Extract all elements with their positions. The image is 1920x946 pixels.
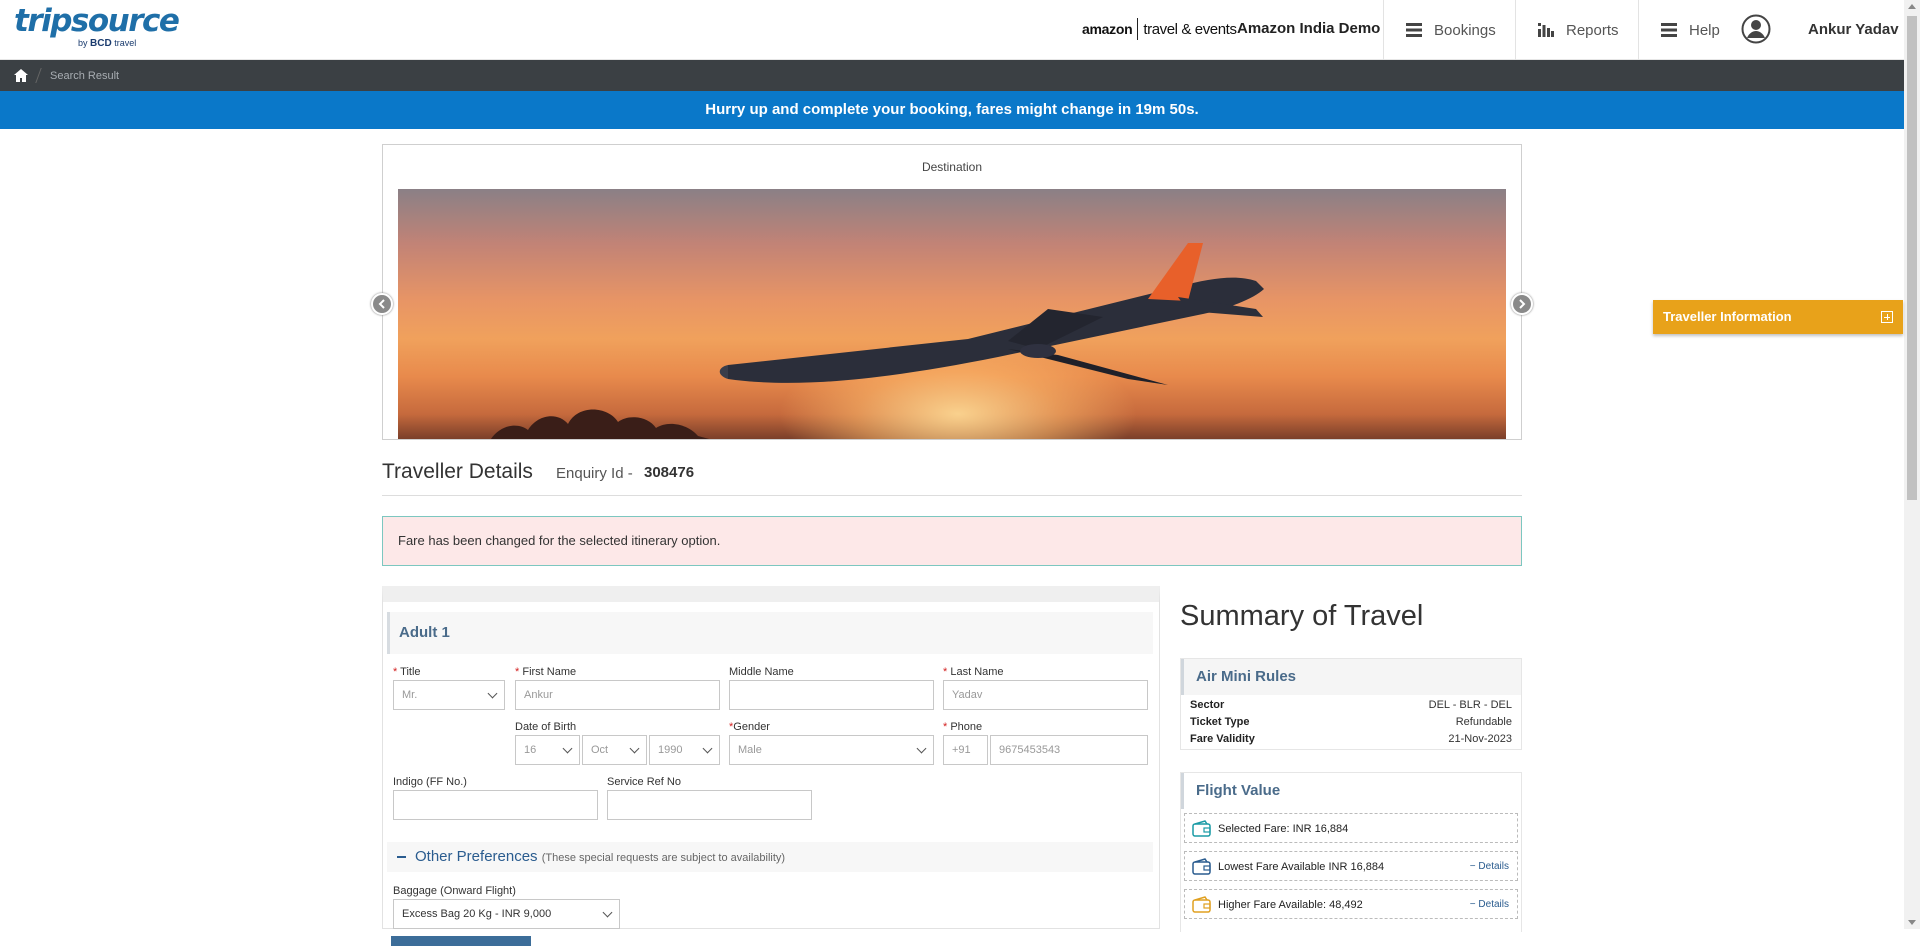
title-label: * Title [393, 666, 421, 678]
hamburger-icon [1661, 23, 1677, 37]
fare-row-higher: Higher Fare Available: 48,492 − Details [1184, 889, 1518, 919]
fare-timer-banner: Hurry up and complete your booking, fare… [0, 91, 1904, 129]
dob-label: Date of Birth [515, 721, 577, 733]
traveller-details-header: Traveller Details Enquiry Id - 308476 [382, 460, 1522, 496]
last-name-input[interactable]: Yadav [943, 680, 1148, 710]
baggage-select[interactable]: Excess Bag 20 Kg - INR 9,000 [393, 899, 620, 929]
destination-title: Destination [921, 160, 983, 174]
dob-month-select[interactable]: Oct [582, 735, 647, 765]
brand-travel-events: travel & events [1143, 20, 1237, 38]
adult-label: Adult 1 [399, 624, 450, 641]
rule-row: Sector DEL - BLR - DEL [1190, 699, 1512, 711]
middle-name-label: Middle Name [729, 666, 794, 678]
baggage-label: Baggage (Onward Flight) [393, 885, 516, 897]
chevron-left-icon [378, 299, 385, 309]
air-mini-rules-box: Air Mini Rules Sector DEL - BLR - DEL Tic… [1180, 658, 1522, 750]
gender-label: *Gender [729, 721, 770, 733]
timer-message: Hurry up and complete your booking, fare… [705, 101, 1136, 118]
enquiry-id: 308476 [644, 464, 695, 481]
wallet-icon [1192, 896, 1211, 913]
brand-amazon: amazon [1082, 21, 1133, 37]
lowest-fare-details-link[interactable]: − Details [1470, 861, 1509, 872]
traveller-information-label: Traveller Information [1663, 309, 1792, 324]
timer-countdown: 19m 50s. [1135, 101, 1199, 118]
expand-icon[interactable] [1881, 311, 1893, 323]
top-navbar: tripsource by BCD travel amazon travel &… [0, 0, 1904, 60]
other-preferences-toggle[interactable]: Other Preferences (These special request… [387, 842, 1153, 872]
flight-value-box: Flight Value Selected Fare: INR 16,884 L… [1180, 772, 1522, 932]
fare-change-alert: Fare has been changed for the selected i… [382, 516, 1522, 566]
enquiry-label: Enquiry Id - [556, 465, 633, 482]
gender-select[interactable]: Male [729, 735, 934, 765]
hamburger-icon [1406, 23, 1422, 37]
nav-bookings-label: Bookings [1434, 21, 1496, 39]
destination-carousel: Destination [371, 144, 1533, 440]
first-name-input[interactable]: Ankur [515, 680, 720, 710]
flight-value-title: Flight Value [1181, 773, 1521, 809]
phone-input[interactable]: 9675453543 [990, 735, 1148, 765]
page-title: Traveller Details [382, 460, 533, 483]
air-mini-rules-title: Air Mini Rules [1181, 659, 1521, 695]
scroll-thumb[interactable] [1907, 16, 1917, 500]
silhouette-clouds [491, 409, 710, 439]
breadcrumb-separator [35, 68, 42, 83]
carousel-next-button[interactable] [1511, 293, 1533, 315]
rule-row: Fare Validity 21-Nov-2023 [1190, 733, 1512, 745]
airplane-illustration [719, 243, 1264, 385]
nav-reports-label: Reports [1566, 21, 1619, 39]
first-name-label: * First Name [515, 666, 577, 678]
middle-name-input[interactable] [729, 680, 934, 710]
adult-section-header: Adult 1 [387, 612, 1153, 654]
destination-image [398, 189, 1506, 439]
last-name-label: * Last Name [943, 666, 1004, 678]
traveller-form: Adult 1 * Title Mr. * First Name Ankur M… [382, 586, 1160, 946]
nav-help[interactable]: Help [1638, 0, 1738, 60]
phone-label: * Phone [943, 721, 983, 733]
service-ref-input[interactable] [607, 790, 812, 820]
continue-button[interactable] [391, 936, 531, 946]
brand-divider [1137, 18, 1139, 40]
dob-year-select[interactable]: 1990 [649, 735, 720, 765]
service-ref-label: Service Ref No [607, 776, 681, 788]
carousel-prev-button[interactable] [371, 293, 393, 315]
rule-row: Ticket Type Refundable [1190, 716, 1512, 728]
fare-row-selected: Selected Fare: INR 16,884 [1184, 813, 1518, 843]
summary-title: Summary of Travel [1180, 600, 1424, 632]
breadcrumb-current: Search Result [50, 69, 120, 82]
nav-help-label: Help [1689, 21, 1720, 39]
higher-fare-details-link[interactable]: − Details [1470, 899, 1509, 910]
nav-reports[interactable]: Reports [1515, 0, 1638, 60]
phone-country-code[interactable]: +91 [943, 735, 988, 765]
scroll-up-arrow[interactable] [1908, 4, 1916, 9]
wallet-icon [1192, 820, 1211, 837]
user-avatar-icon[interactable] [1741, 14, 1771, 49]
ff-number-label: Indigo (FF No.) [393, 776, 467, 788]
traveller-information-panel[interactable]: Traveller Information [1653, 300, 1903, 334]
dob-day-select[interactable]: 16 [515, 735, 580, 765]
ff-number-input[interactable] [393, 790, 598, 820]
scroll-down-arrow[interactable] [1908, 920, 1916, 925]
user-name[interactable]: Ankur Yadav [1808, 21, 1899, 38]
nav-bookings[interactable]: Bookings [1383, 0, 1515, 60]
breadcrumb: Search Result [0, 60, 1904, 91]
company-name: Amazon India Demo [1237, 20, 1381, 37]
collapse-icon [397, 856, 406, 858]
title-select[interactable]: Mr. [393, 680, 505, 710]
other-preferences-title: Other Preferences (These special request… [415, 848, 786, 865]
home-icon[interactable] [14, 69, 28, 82]
bar-chart-icon [1538, 23, 1554, 37]
chevron-right-icon [1519, 299, 1526, 309]
page-scrollbar[interactable] [1904, 0, 1920, 929]
fare-row-lowest: Lowest Fare Available INR 16,884 − Detai… [1184, 851, 1518, 881]
wallet-icon [1192, 858, 1211, 875]
amazon-travel-events-logo: amazon travel & events [1082, 18, 1237, 40]
logo-byline: by BCD travel [78, 38, 137, 49]
tripsource-logo[interactable]: tripsource by BCD travel [14, 4, 180, 54]
logo-text: tripsource [14, 3, 180, 39]
